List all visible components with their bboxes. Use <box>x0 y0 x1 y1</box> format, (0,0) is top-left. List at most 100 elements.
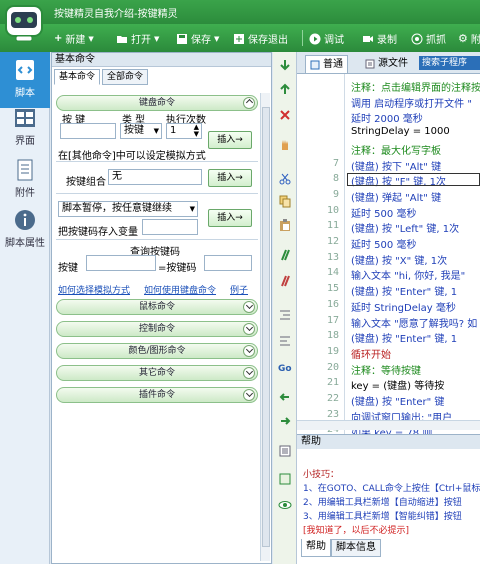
tip-line: 1、在GOTO、CALL命令上按住【Ctrl+鼠标 <box>303 484 480 494</box>
code-line[interactable]: (键盘) 按 "Enter" 键, 1 <box>351 330 457 345</box>
group-plugin[interactable]: 插件命令 <box>56 387 258 403</box>
attach-button[interactable]: ⚙ 附 <box>458 31 480 46</box>
group-label: 其它命令 <box>138 368 175 378</box>
code-line[interactable]: (键盘) 按 "Enter" 键 <box>351 393 444 408</box>
grid-icon[interactable] <box>278 472 292 486</box>
code-line[interactable]: 注释：最大化写字板 <box>351 142 441 157</box>
arrow-down-icon[interactable] <box>278 58 292 72</box>
code-line[interactable]: 注释：等待按键 <box>351 362 421 377</box>
goto-icon[interactable]: Go <box>278 364 292 378</box>
paste-icon[interactable] <box>278 218 292 232</box>
code-line[interactable]: key = (键盘) 等待按 <box>351 377 444 392</box>
record-button[interactable]: 录制 <box>362 31 397 46</box>
debug-button[interactable]: 调试 <box>309 31 344 46</box>
scroll-thumb[interactable] <box>262 107 270 547</box>
panel-scrollbar[interactable] <box>260 93 270 561</box>
line-number: 21 <box>326 377 339 389</box>
line-number: 14 <box>326 267 339 279</box>
line-number: 17 <box>326 314 339 326</box>
chevron-down-icon <box>243 367 255 379</box>
type-select[interactable]: 按键 ▼ <box>120 123 162 139</box>
code-line[interactable]: 延时 500 毫秒 <box>351 205 416 220</box>
combo-input[interactable]: 无 <box>108 169 202 185</box>
code-line[interactable]: (键盘) 按 "Enter" 键, 1 <box>351 283 457 298</box>
toolbar-divider <box>302 30 303 46</box>
code-line[interactable]: (键盘) 按下 "Alt" 键 <box>351 158 441 173</box>
query-code-label: =按键码 <box>158 263 197 274</box>
copy-icon[interactable] <box>278 194 292 208</box>
code-line[interactable]: 输入文本 "hi, 你好, 我是" <box>351 267 465 282</box>
code-line[interactable]: 延时 2000 毫秒 <box>351 110 423 125</box>
link-keyboard-help[interactable]: 如何使用键盘命令 <box>144 283 216 296</box>
count-stepper[interactable]: 1 ▲ ▼ <box>166 123 202 139</box>
nav-item-script-props[interactable]: 脚本属性 <box>0 202 50 258</box>
group-other[interactable]: 其它命令 <box>56 365 258 381</box>
arrow-left-icon[interactable] <box>278 390 292 404</box>
source-view-icon <box>365 59 375 69</box>
search-subroutine-box[interactable]: 搜索子程序 <box>419 56 480 70</box>
tab-all-commands[interactable]: 全部命令 <box>102 69 148 85</box>
open-button[interactable]: 打开 ▼ <box>116 31 159 46</box>
spin-icon: ▲ ▼ <box>193 123 199 138</box>
code-line[interactable]: 循环开始 <box>351 346 391 361</box>
nav-label: 脚本 <box>15 88 35 99</box>
key-input[interactable] <box>60 123 116 139</box>
group-control[interactable]: 控制命令 <box>56 321 258 337</box>
code-line[interactable]: 注释：点击编辑界面的注释按 <box>351 79 480 94</box>
outdent-icon[interactable] <box>278 334 292 348</box>
query-key-input[interactable] <box>86 255 156 271</box>
list-icon[interactable] <box>278 444 292 458</box>
link-simulation-mode[interactable]: 如何选择模拟方式 <box>58 283 130 296</box>
code-line[interactable]: 输入文本 "愿意了解我吗? 如 <box>351 315 477 330</box>
tab-source-view[interactable]: 源文件 <box>361 55 412 73</box>
code-line[interactable]: (键盘) 按 "X" 键, 1次 <box>351 252 447 267</box>
arrow-right-icon[interactable] <box>278 414 292 428</box>
nav-item-attachment[interactable]: 附件 <box>0 152 50 208</box>
eye-icon[interactable] <box>278 498 292 512</box>
code-toolbar: Go <box>273 52 297 564</box>
group-keyboard[interactable]: 键盘命令 <box>56 95 258 111</box>
code-line[interactable]: 延时 500 毫秒 <box>351 236 416 251</box>
nav-item-interface[interactable]: 界面 <box>0 100 50 156</box>
store-var-input[interactable] <box>142 219 198 235</box>
new-button[interactable]: + 新建 ▼ <box>54 31 94 46</box>
group-mouse[interactable]: 鼠标命令 <box>56 299 258 315</box>
insert-keyboard-button[interactable]: 插入→ <box>208 131 252 149</box>
save-exit-button[interactable]: 保存退出 <box>233 31 288 46</box>
target-icon <box>411 33 423 44</box>
code-line[interactable]: 调用 启动程序或打开文件 " <box>351 95 472 110</box>
tab-script-info[interactable]: 脚本信息 <box>331 539 381 557</box>
nav-label: 界面 <box>15 136 35 147</box>
new-label: 新建 <box>65 35 86 46</box>
arrow-up-icon[interactable] <box>278 82 292 96</box>
capture-button[interactable]: 抓抓 <box>411 31 446 46</box>
scissors-icon[interactable] <box>278 172 292 186</box>
code-line[interactable]: (键盘) 按 "Left" 键, 1次 <box>351 220 459 235</box>
save-button[interactable]: 保存 ▼ <box>176 31 219 46</box>
group-label: 鼠标命令 <box>138 302 175 312</box>
insert-combo-button[interactable]: 插入→ <box>208 169 252 187</box>
pause-select[interactable]: 脚本暂停，按任意键继续 ▼ <box>58 201 198 217</box>
divider <box>56 193 258 194</box>
code-line[interactable]: StringDelay = 1000 <box>351 126 450 137</box>
group-color-graphics[interactable]: 颜色/图形命令 <box>56 343 258 359</box>
tab-normal-view[interactable]: 普通 <box>305 55 348 73</box>
hand-icon[interactable] <box>278 138 292 152</box>
indent-icon[interactable] <box>278 308 292 322</box>
uncomment-icon[interactable] <box>278 274 292 288</box>
tab-help[interactable]: 帮助 <box>301 539 331 557</box>
count-value: 1 <box>170 125 177 136</box>
delete-icon[interactable] <box>278 108 292 122</box>
insert-pause-button[interactable]: 插入→ <box>208 209 252 227</box>
editor-hscrollbar[interactable] <box>297 420 480 430</box>
line-number: 7 <box>332 157 339 169</box>
divider <box>56 161 258 162</box>
dismiss-tip-link[interactable]: [我知道了，以后不必提示] <box>303 523 409 536</box>
code-line[interactable]: (键盘) 弹起 "Alt" 键 <box>351 189 441 204</box>
link-example[interactable]: 例子 <box>230 283 248 296</box>
code-line[interactable]: 延时 StringDelay 毫秒 <box>351 299 456 314</box>
query-code-input[interactable] <box>204 255 252 271</box>
tab-basic-commands[interactable]: 基本命令 <box>54 69 100 85</box>
attach-icon: ⚙ <box>458 32 468 45</box>
comment-icon[interactable] <box>278 248 292 262</box>
